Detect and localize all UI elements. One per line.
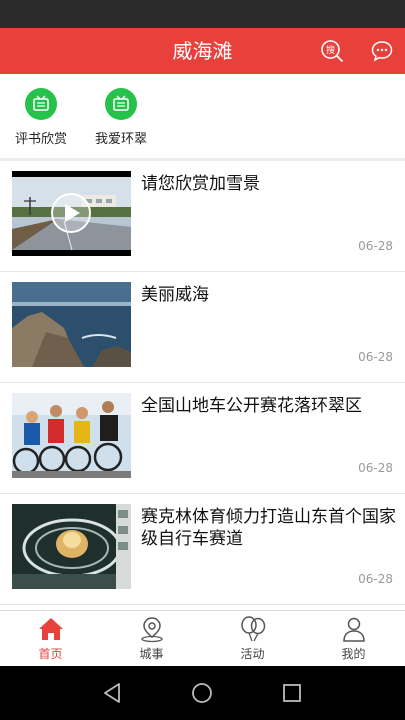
location-pin-icon — [140, 617, 163, 643]
article-date: 06-28 — [358, 239, 393, 253]
category-item-pingshu[interactable]: 评书欣赏 — [6, 88, 76, 147]
person-icon — [342, 617, 365, 642]
article-date: 06-28 — [358, 461, 393, 475]
page-title: 威海滩 — [172, 39, 233, 63]
list-item[interactable]: 请您欣赏加雪景 06-28 — [0, 161, 405, 272]
tab-mine[interactable]: 我的 — [303, 615, 404, 662]
tv-icon — [105, 88, 137, 120]
tab-activity[interactable]: 活动 — [202, 615, 303, 662]
tab-label: 首页 — [38, 647, 63, 661]
home-icon — [38, 618, 63, 640]
recent-apps-icon[interactable] — [280, 681, 304, 705]
article-thumbnail — [12, 282, 131, 367]
tab-home[interactable]: 首页 — [0, 615, 101, 662]
list-item[interactable]: 赛克林体育倾力打造山东首个国家级自行车赛道 06-28 — [0, 494, 405, 605]
category-label: 评书欣赏 — [14, 132, 67, 147]
category-bar: 评书欣赏 我爱环翠 — [0, 74, 405, 158]
article-title: 全国山地车公开赛花落环翠区 — [141, 396, 362, 416]
balloons-icon — [240, 616, 265, 642]
list-item[interactable]: 美丽威海 06-28 — [0, 272, 405, 383]
tab-city[interactable]: 城事 — [101, 615, 202, 662]
svg-text:搜: 搜 — [326, 44, 335, 56]
tv-icon — [25, 88, 57, 120]
tab-label: 城事 — [139, 647, 164, 661]
back-icon[interactable] — [101, 681, 125, 705]
list-item[interactable]: 全国山地车公开赛花落环翠区 06-28 — [0, 383, 405, 494]
app-header: 威海滩 搜 — [0, 28, 405, 74]
article-list: 请您欣赏加雪景 06-28 美丽威海 06-28 全国山地车公开赛花落环翠区 0… — [0, 161, 405, 605]
article-title: 赛克林体育倾力打造山东首个国家级自行车赛道 — [141, 507, 396, 549]
chat-bubble-icon[interactable] — [370, 39, 394, 63]
article-title: 请您欣赏加雪景 — [141, 174, 260, 194]
system-nav-bar — [0, 666, 405, 720]
category-label: 我爱环翠 — [94, 132, 147, 147]
search-icon[interactable]: 搜 — [320, 39, 344, 63]
tab-label: 活动 — [240, 647, 265, 661]
home-circle-icon[interactable] — [190, 681, 214, 705]
article-title: 美丽威海 — [141, 285, 209, 305]
tab-label: 我的 — [341, 647, 366, 661]
article-date: 06-28 — [358, 572, 393, 586]
category-item-huancui[interactable]: 我爱环翠 — [86, 88, 156, 147]
article-thumbnail — [12, 171, 131, 256]
bottom-tab-bar: 首页 城事 活动 我的 — [0, 610, 405, 666]
article-thumbnail — [12, 504, 131, 589]
article-thumbnail — [12, 393, 131, 478]
status-bar — [0, 0, 405, 28]
article-date: 06-28 — [358, 350, 393, 364]
